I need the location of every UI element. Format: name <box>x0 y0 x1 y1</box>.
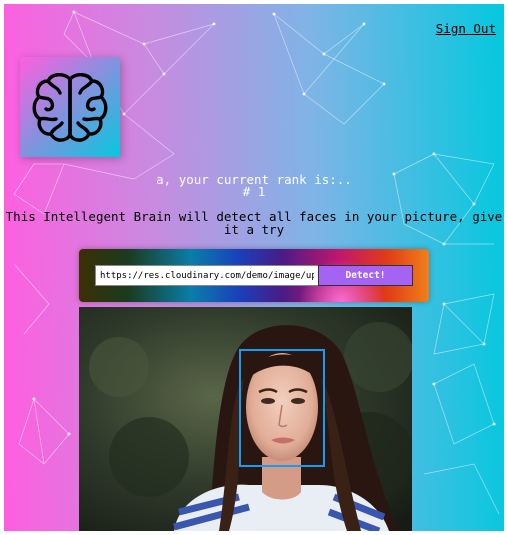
brain-icon <box>32 73 108 142</box>
image-url-input[interactable] <box>95 265 319 286</box>
rank-value: # 1 <box>242 184 266 199</box>
detect-button[interactable]: Detect! <box>318 265 413 286</box>
app-description: This Intellegent Brain will detect all f… <box>5 209 503 237</box>
uploaded-image <box>79 307 412 531</box>
app-logo <box>20 57 120 157</box>
image-url-form: Detect! <box>79 249 429 302</box>
face-bounding-box <box>239 349 325 467</box>
sign-out-link[interactable]: Sign Out <box>436 21 496 36</box>
app-background: Sign Out a, your current rank is:.. # 1 … <box>4 4 504 531</box>
